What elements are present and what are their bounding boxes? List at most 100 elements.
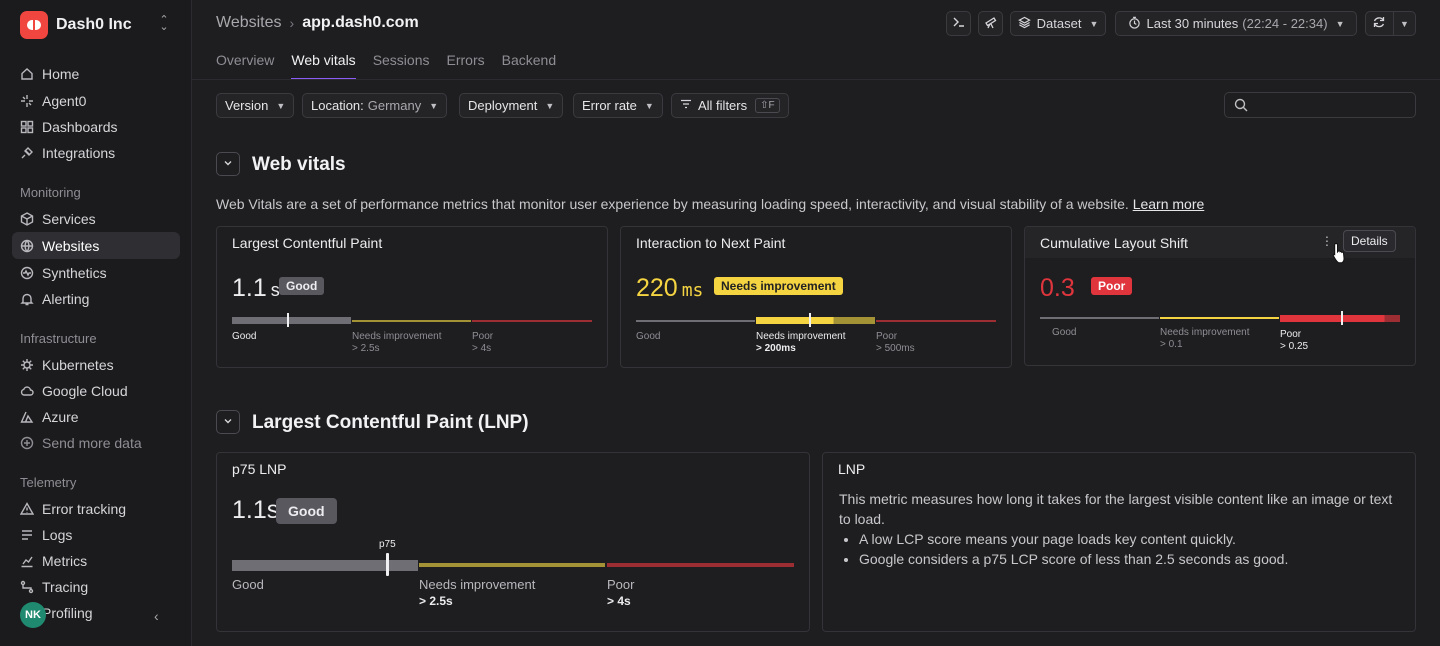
tab-web-vitals[interactable]: Web vitals [291, 52, 356, 80]
card-title: Largest Contentful Paint [232, 235, 383, 251]
learn-more-link[interactable]: Learn more [1133, 196, 1205, 212]
azure-icon [20, 410, 34, 424]
value-marker [1341, 311, 1343, 325]
scale-label-good: Good [636, 331, 661, 342]
section-title-lnp: Largest Contentful Paint (LNP) [252, 412, 529, 433]
sidebar-item-tracing[interactable]: Tracing [12, 573, 180, 600]
label-text: Needs improvement [419, 577, 536, 592]
value-number: 220 [636, 274, 678, 302]
pulse-icon [20, 266, 34, 280]
section-label-monitoring: Monitoring [20, 185, 81, 200]
caret-down-icon: ▼ [1089, 18, 1099, 29]
hand-cursor-icon [1332, 242, 1348, 267]
sidebar-item-error-tracking[interactable]: Error tracking [12, 495, 180, 522]
search-icon [1234, 98, 1248, 115]
more-options-icon[interactable]: · · · [1322, 229, 1332, 251]
caret-down-icon[interactable]: ▼ [1400, 19, 1409, 29]
metrics-icon [20, 554, 34, 568]
filter-location[interactable]: Location: Germany ▼ [302, 93, 448, 118]
card-title: LNP [838, 461, 866, 477]
scale-good-segment [636, 320, 755, 322]
filter-deployment[interactable]: Deployment ▼ [459, 93, 564, 118]
info-bullet: Google considers a p75 LCP score of less… [859, 549, 1399, 569]
collapse-lnp-button[interactable] [216, 410, 240, 434]
user-avatar[interactable]: NK [20, 602, 46, 628]
sidebar-item-label: Alerting [42, 290, 90, 307]
card-title: Cumulative Layout Shift [1040, 235, 1188, 251]
sidebar: Dash0 Inc ⌃ ⌄ Home Agent0 Dashboards Inte… [0, 0, 192, 646]
sidebar-item-label: Integrations [42, 144, 116, 161]
sidebar-item-send-more-data[interactable]: Send more data [12, 429, 180, 456]
metric-card-inp[interactable]: Interaction to Next Paint 220 ms Needs im… [620, 226, 1012, 368]
sidebar-item-metrics[interactable]: Metrics [12, 547, 180, 574]
plus-circle-icon [20, 436, 34, 450]
cloud-icon [20, 384, 34, 398]
scale-needs-segment [1160, 317, 1279, 319]
collapse-sidebar-icon[interactable]: ‹ [154, 608, 159, 624]
status-badge: Good [279, 277, 325, 295]
refresh-button[interactable]: ▼ [1365, 11, 1416, 36]
sidebar-item-label: Metrics [42, 552, 88, 569]
label-threshold: > 4s [472, 343, 492, 354]
caret-down-icon: ▼ [1335, 18, 1345, 29]
value-number: 1.1 [232, 274, 267, 302]
scale-label-needs: Needs improvement > 0.1 [1160, 327, 1249, 351]
section-label-infrastructure: Infrastructure [20, 331, 97, 346]
sidebar-item-logs[interactable]: Logs [12, 521, 180, 548]
sidebar-item-synthetics[interactable]: Synthetics [12, 259, 180, 286]
metric-card-lcp[interactable]: Largest Contentful Paint 1.1 s Good Good … [216, 226, 608, 368]
value-unit: ms [681, 280, 704, 301]
info-bullet: A low LCP score means your page loads ke… [859, 529, 1399, 549]
sidebar-item-azure[interactable]: Azure [12, 403, 180, 430]
scale-label-good: Good [232, 331, 257, 342]
tab-sessions[interactable]: Sessions [373, 52, 430, 80]
breadcrumb-parent[interactable]: Websites [216, 14, 282, 32]
sidebar-item-label: Synthetics [42, 264, 107, 281]
status-badge: Needs improvement [714, 277, 843, 295]
sidebar-item-agent0[interactable]: Agent0 [12, 87, 180, 114]
breadcrumb-current: app.dash0.com [302, 14, 419, 31]
sidebar-item-label: Logs [42, 526, 73, 543]
sidebar-item-label: Home [42, 65, 80, 82]
sidebar-item-websites[interactable]: Websites [12, 232, 180, 259]
collapse-web-vitals-button[interactable] [216, 152, 240, 176]
warning-icon [20, 501, 34, 516]
sidebar-item-label: Google Cloud [42, 382, 128, 399]
terminal-button[interactable] [946, 11, 971, 36]
chevron-updown-icon[interactable]: ⌃ ⌄ [158, 15, 170, 33]
telescope-button[interactable] [978, 11, 1003, 36]
filter-version[interactable]: Version ▼ [216, 93, 295, 118]
shortcut-hint: ⇧F [755, 98, 780, 113]
scale-label-poor: Poor > 4s [472, 331, 493, 355]
tab-errors[interactable]: Errors [447, 52, 485, 80]
value-marker [287, 313, 289, 327]
label-threshold: > 0.25 [1280, 341, 1309, 352]
scale-needs-segment [352, 320, 471, 322]
sidebar-item-home[interactable]: Home [12, 60, 180, 87]
time-range-selector[interactable]: Last 30 minutes (22:24 - 22:34) ▼ [1115, 11, 1357, 36]
tab-backend[interactable]: Backend [502, 52, 556, 80]
plug-icon [20, 146, 34, 160]
sidebar-item-alerting[interactable]: Alerting [12, 285, 180, 312]
label-threshold: > 4s [607, 594, 631, 608]
scale-needs-segment [756, 317, 875, 324]
card-title: Interaction to Next Paint [636, 235, 786, 251]
org-switcher[interactable]: Dash0 Inc [20, 11, 132, 39]
sidebar-item-integrations[interactable]: Integrations [12, 139, 180, 166]
label-threshold: > 2.5s [419, 594, 453, 608]
filter-error-rate[interactable]: Error rate ▼ [573, 93, 663, 118]
sparkle-icon [20, 94, 34, 108]
sidebar-item-services[interactable]: Services [12, 205, 180, 232]
sidebar-item-label: Websites [42, 237, 100, 254]
scale-good-segment [232, 560, 418, 571]
all-filters-button[interactable]: All filters ⇧F [671, 93, 789, 118]
search-input[interactable] [1224, 92, 1416, 118]
tab-overview[interactable]: Overview [216, 52, 274, 80]
status-badge: Good [276, 498, 337, 524]
label-threshold: > 500ms [876, 343, 915, 354]
breadcrumb: Websites › app.dash0.com [216, 14, 419, 32]
sidebar-item-dashboards[interactable]: Dashboards [12, 113, 180, 140]
sidebar-item-google-cloud[interactable]: Google Cloud [12, 377, 180, 404]
sidebar-item-kubernetes[interactable]: Kubernetes [12, 351, 180, 378]
dataset-selector[interactable]: Dataset ▼ [1010, 11, 1106, 36]
